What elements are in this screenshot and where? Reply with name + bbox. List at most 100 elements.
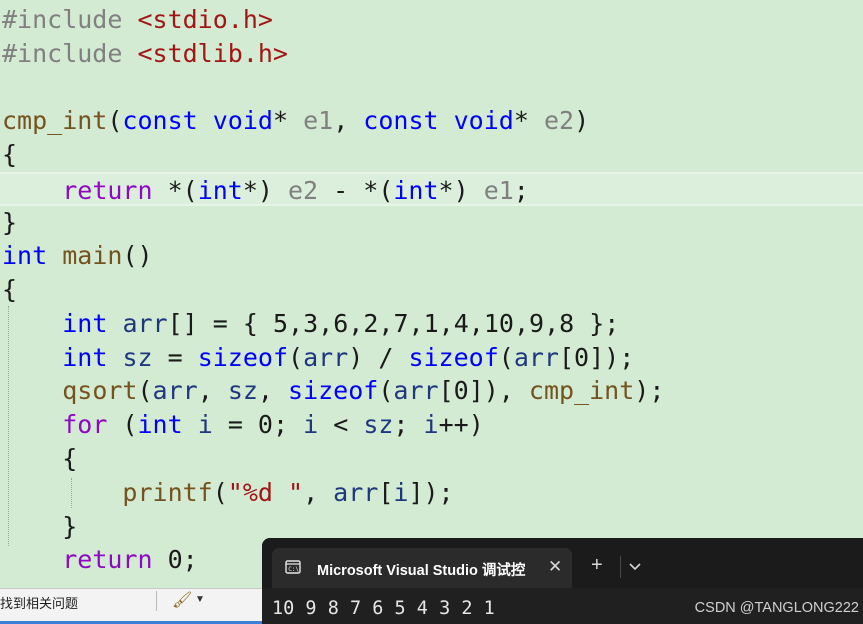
code-token: } (2, 512, 78, 541)
code-token: e2 (543, 106, 575, 135)
code-token: }; (574, 309, 620, 338)
code-token: *) (242, 176, 288, 205)
code-token: 9 (529, 309, 545, 338)
code-token: ++) (438, 410, 484, 439)
code-token: ( (378, 376, 394, 405)
code-token: , (348, 309, 364, 338)
code-token: [] = { (167, 309, 273, 338)
code-token: cmp_int (528, 376, 635, 405)
code-line[interactable]: #include <stdio.h> (2, 3, 273, 37)
code-token: return (62, 545, 153, 574)
terminal-tab[interactable]: C:\ Microsoft Visual Studio 调试控 ✕ (272, 548, 572, 588)
code-token: } (2, 208, 18, 237)
code-token: arr (122, 309, 168, 338)
code-token: int (197, 176, 243, 205)
code-line[interactable]: #include <stdlib.h> (2, 37, 288, 71)
code-token: e2 (288, 176, 319, 205)
chevron-down-icon[interactable] (628, 560, 642, 574)
code-token: void (453, 106, 514, 135)
code-token: 0 (257, 410, 273, 439)
brush-icon[interactable]: 🖌 (172, 590, 192, 610)
code-token: 5 (272, 309, 289, 338)
code-token: return (62, 176, 153, 205)
caret-down-icon[interactable]: ▼ (195, 594, 205, 605)
code-token: int (62, 343, 108, 372)
code-token: 7 (393, 309, 409, 338)
code-token: ]); (408, 478, 454, 507)
code-token: ]), (468, 376, 529, 405)
code-token: sizeof (408, 343, 499, 372)
code-line[interactable]: } (2, 510, 77, 544)
code-token: ) / (348, 343, 409, 372)
code-line[interactable]: for (int i = 0; i < sz; i++) (2, 408, 484, 442)
code-token: , (438, 309, 454, 338)
code-line[interactable]: int sz = sizeof(arr) / sizeof(arr[0]); (2, 341, 634, 375)
code-line[interactable]: printf("%d ", arr[i]); (2, 476, 454, 510)
code-token: ) (574, 106, 590, 135)
code-token: sizeof (288, 376, 379, 405)
code-token: ( (107, 410, 138, 439)
code-token: i (423, 410, 439, 439)
code-line[interactable]: return 0; (2, 543, 198, 577)
code-token: 10 (483, 309, 514, 338)
code-line[interactable]: qsort(arr, sz, sizeof(arr[0]), cmp_int); (2, 374, 664, 408)
code-token: #include (2, 5, 138, 34)
code-token: = (212, 410, 258, 439)
code-line[interactable]: cmp_int(const void* e1, const void* e2) (2, 104, 589, 138)
code-token: e1 (483, 176, 514, 205)
code-token: 2 (363, 309, 379, 338)
code-token: , (288, 309, 304, 338)
code-token: 6 (333, 309, 349, 338)
code-token: ( (212, 478, 228, 507)
code-token: ]); (589, 343, 635, 372)
code-token: < (318, 410, 364, 439)
code-token: ); (634, 376, 665, 405)
plus-icon[interactable]: + (591, 555, 603, 575)
code-token: i (393, 478, 409, 507)
terminal-tabstrip: C:\ Microsoft Visual Studio 调试控 ✕ + (262, 538, 863, 588)
code-token: sz (363, 410, 394, 439)
code-token: * (513, 106, 544, 135)
code-token: arr (513, 343, 559, 372)
code-token: i (197, 410, 213, 439)
code-line[interactable]: { (2, 442, 77, 476)
code-line[interactable]: { (2, 273, 17, 307)
code-token: arr (333, 478, 379, 507)
code-token: arr (152, 376, 198, 405)
code-token: 1 (423, 309, 439, 338)
code-token: int (393, 176, 439, 205)
code-token: arr (303, 343, 349, 372)
code-token: { (2, 444, 78, 473)
code-token: 0 (453, 376, 469, 405)
code-token: = (152, 343, 198, 372)
close-icon[interactable]: ✕ (548, 557, 562, 577)
code-token: arr (393, 376, 439, 405)
code-token: ( (498, 343, 514, 372)
code-line[interactable]: { (2, 138, 17, 172)
code-editor[interactable]: #include <stdio.h> #include <stdlib.h> cmp… (0, 0, 863, 624)
code-line[interactable]: return *(int*) e2 - *(int*) e1; (0, 172, 863, 206)
code-token: int (62, 309, 108, 338)
code-token: main (62, 241, 123, 270)
code-line[interactable]: int main() (2, 239, 153, 273)
code-token: sizeof (197, 343, 289, 372)
code-token: printf (122, 478, 213, 507)
code-line[interactable]: int arr[] = { 5,3,6,2,7,1,4,10,9,8 }; (2, 307, 619, 341)
code-token: #include (2, 39, 138, 68)
code-token: ; (272, 410, 304, 439)
issues-label[interactable]: 找到相关问题 (0, 593, 78, 612)
code-token: <stdlib.h> (137, 39, 288, 68)
code-line[interactable]: } (2, 206, 17, 240)
code-token: i (303, 410, 319, 439)
